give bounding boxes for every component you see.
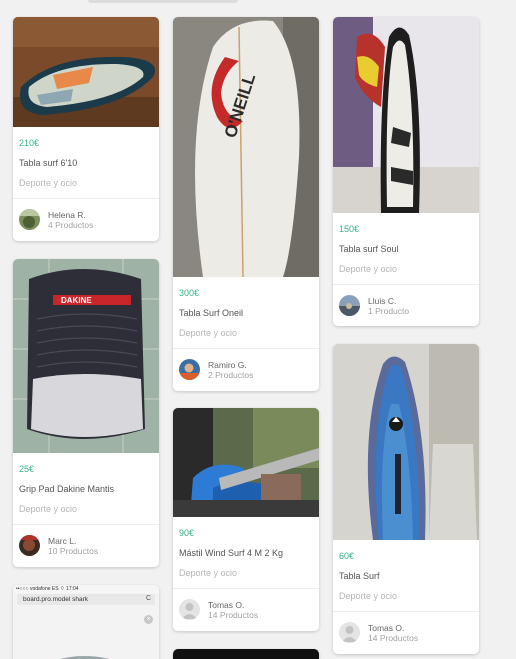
product-price: 90€ (179, 528, 195, 538)
product-photo[interactable] (13, 17, 159, 127)
product-category[interactable]: Deporte y ocio (179, 568, 313, 578)
top-bar-edge (88, 0, 238, 3)
product-title[interactable]: Tabla surf 6'10 (19, 158, 153, 168)
seller-name[interactable]: Lluis C. (368, 296, 409, 306)
product-price: 25€ (19, 464, 35, 474)
product-title[interactable]: Tabla surf Soul (339, 244, 473, 254)
avatar (179, 359, 200, 380)
seller-name[interactable]: Helena R. (48, 210, 93, 220)
seller-product-count: 14 Productos (208, 609, 259, 620)
product-category[interactable]: Deporte y ocio (19, 504, 153, 514)
product-card[interactable]: 150€ Tabla surf Soul Deporte y ocio Llui… (333, 17, 479, 326)
seller-info[interactable]: Marc L. 10 Productos (13, 524, 159, 566)
product-photo[interactable] (173, 649, 319, 659)
seller-product-count: 14 Productos (368, 632, 419, 643)
seller-name[interactable]: Ramiro G. (208, 360, 253, 370)
product-card[interactable]: O'NEILL 300€ Tabla Surf Oneil Deporte y … (173, 17, 319, 391)
seller-name[interactable]: Tomas O. (368, 623, 418, 633)
product-category[interactable]: Deporte y ocio (19, 178, 153, 188)
seller-product-count: 4 Productos (48, 219, 94, 230)
seller-name[interactable]: Marc L. (48, 536, 98, 546)
product-category[interactable]: Deporte y ocio (339, 264, 473, 274)
seller-info[interactable]: Helena R. 4 Productos (13, 198, 159, 240)
product-card[interactable]: 210€ Tabla surf 6'10 Deporte y ocio Hele… (13, 17, 159, 241)
avatar (19, 209, 40, 230)
product-card[interactable]: 90€ Mástil Wind Surf 4 M 2 Kg Deporte y … (173, 408, 319, 631)
avatar (179, 599, 200, 620)
product-title[interactable]: Tabla Surf (339, 571, 473, 581)
product-photo[interactable]: DAKINE (13, 259, 159, 453)
product-photo[interactable] (333, 344, 479, 540)
product-category[interactable]: Deporte y ocio (179, 328, 313, 338)
seller-info[interactable]: Tomas O. 14 Productos (173, 588, 319, 630)
product-price: 210€ (19, 138, 40, 148)
product-price: 60€ (339, 551, 355, 561)
seller-info[interactable]: Tomas O. 14 Productos (333, 611, 479, 653)
avatar (339, 295, 360, 316)
product-card[interactable]: DAKINE 25€ Grip Pad Dakine Mantis Deport… (13, 259, 159, 567)
product-title[interactable]: Mástil Wind Surf 4 M 2 Kg (179, 548, 313, 558)
product-card[interactable]: ••○○○ vodafone ES ⌔ 17:04 board.pro.mode… (13, 585, 159, 659)
product-photo[interactable]: ••○○○ vodafone ES ⌔ 17:04 board.pro.mode… (13, 585, 159, 659)
product-price: 300€ (179, 288, 200, 298)
seller-info[interactable]: Lluis C. 1 Producto (333, 284, 479, 326)
product-photo[interactable] (333, 17, 479, 213)
seller-product-count: 2 Productos (208, 369, 254, 380)
seller-name[interactable]: Tomas O. (208, 600, 258, 610)
product-card[interactable] (173, 649, 319, 659)
seller-product-count: 10 Productos (48, 545, 99, 556)
product-photo[interactable]: O'NEILL (173, 17, 319, 277)
dakine-logo-text: DAKINE (61, 296, 92, 305)
seller-info[interactable]: Ramiro G. 2 Productos (173, 348, 319, 390)
avatar (19, 535, 40, 556)
product-title[interactable]: Tabla Surf Oneil (179, 308, 313, 318)
seller-product-count: 1 Producto (368, 305, 410, 316)
product-price: 150€ (339, 224, 360, 234)
product-photo[interactable] (173, 408, 319, 517)
product-title[interactable]: Grip Pad Dakine Mantis (19, 484, 153, 494)
product-card[interactable]: 60€ Tabla Surf Deporte y ocio Tomas O. 1… (333, 344, 479, 654)
product-category[interactable]: Deporte y ocio (339, 591, 473, 601)
avatar (339, 622, 360, 643)
